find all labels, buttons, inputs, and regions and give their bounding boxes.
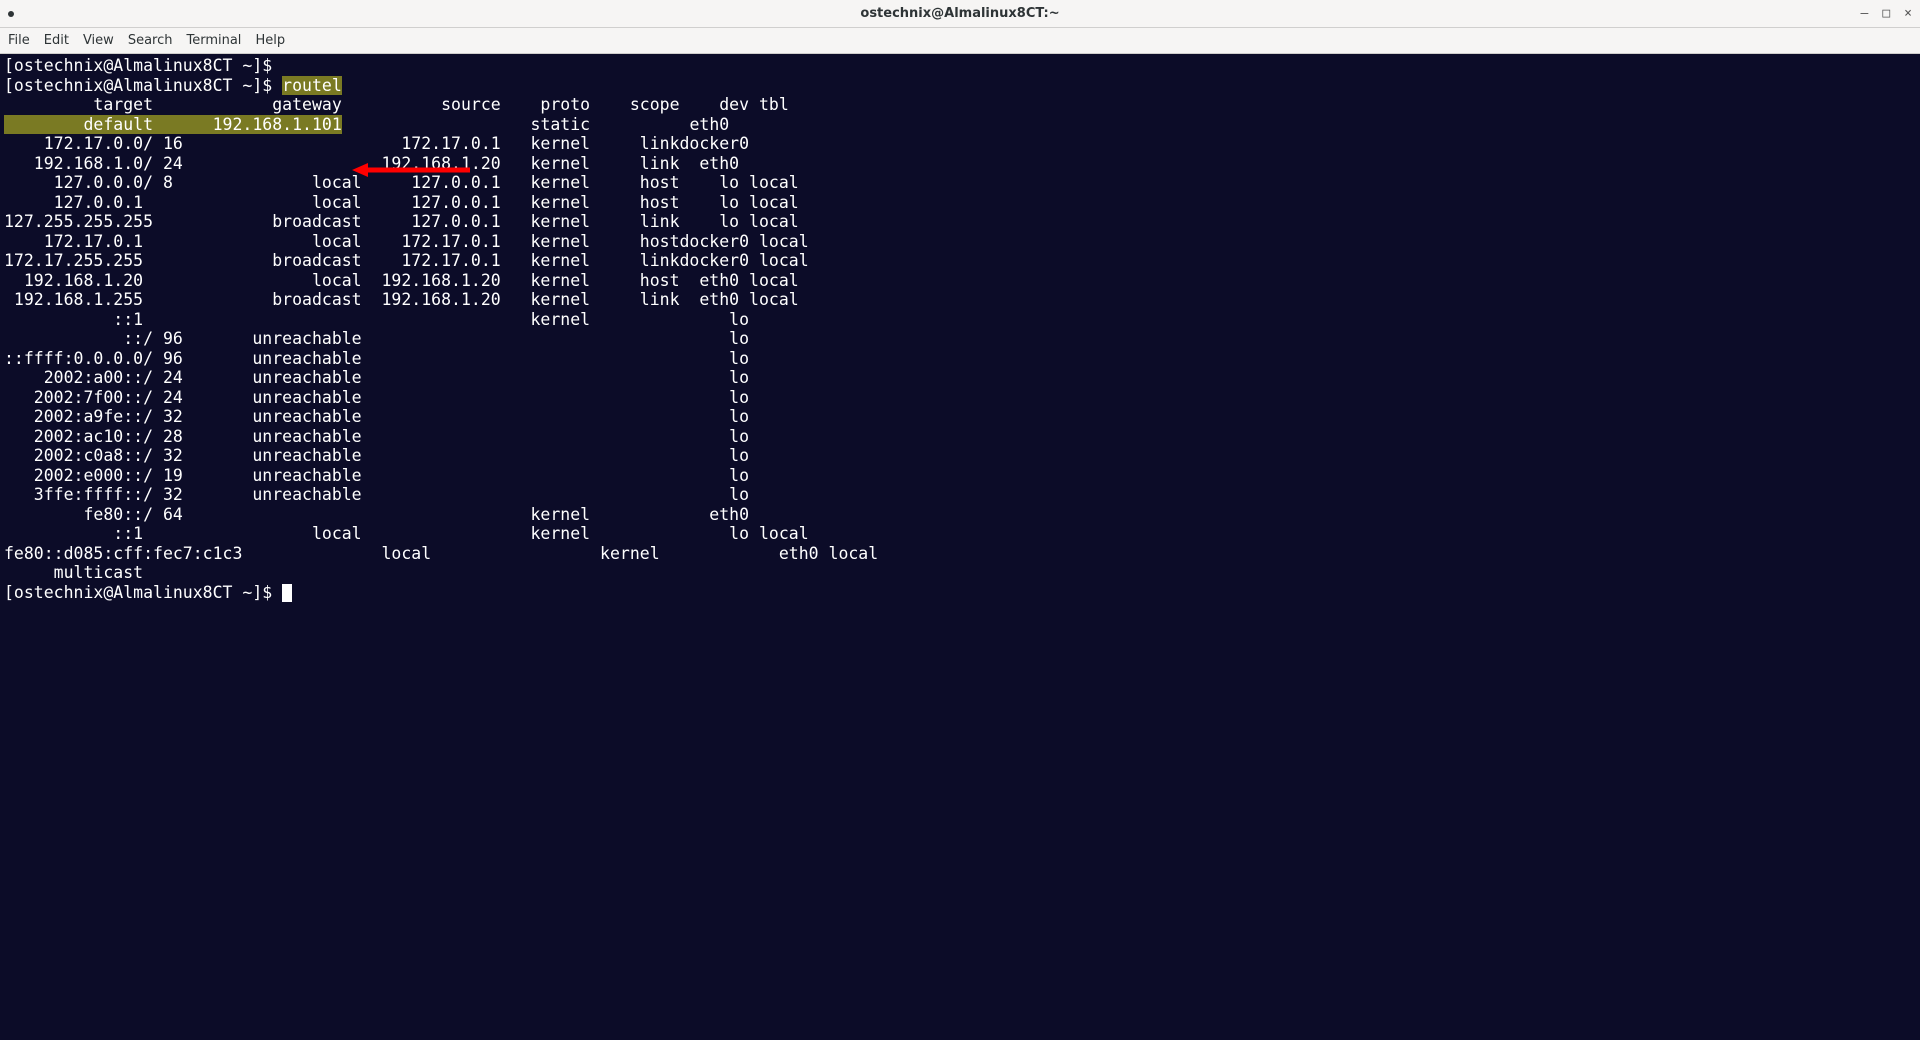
command-highlight: routel [282, 76, 342, 95]
route-row: 172.17.0.1 local 172.17.0.1 kernel hostd… [4, 232, 809, 251]
menu-edit[interactable]: Edit [44, 33, 69, 48]
route-row: 172.17.255.255 broadcast 172.17.0.1 kern… [4, 251, 809, 270]
route-row: 127.255.255.255 broadcast 127.0.0.1 kern… [4, 212, 799, 231]
route-row: 172.17.0.0/ 16 172.17.0.1 kernel linkdoc… [4, 134, 749, 153]
minimize-button[interactable]: – [1861, 6, 1869, 21]
menu-file[interactable]: File [8, 33, 30, 48]
route-row: 2002:7f00::/ 24 unreachable lo [4, 388, 749, 407]
route-row: ::1 kernel lo [4, 310, 749, 329]
default-rest: static eth0 [342, 115, 729, 134]
window-controls: – □ × [1861, 6, 1912, 21]
route-row: 2002:a00::/ 24 unreachable lo [4, 368, 749, 387]
prompt-line-cmd: [ostechnix@Almalinux8CT ~]$ routel [4, 76, 342, 95]
prompt-line-empty: [ostechnix@Almalinux8CT ~]$ [4, 56, 282, 75]
menu-terminal[interactable]: Terminal [186, 33, 241, 48]
menu-help[interactable]: Help [255, 33, 285, 48]
default-target: default [4, 115, 153, 134]
route-row: multicast [4, 563, 143, 582]
terminal-cursor [282, 584, 292, 602]
terminal-area[interactable]: [ostechnix@Almalinux8CT ~]$ [ostechnix@A… [0, 54, 1920, 1040]
window-titlebar: ostechnix@Almalinux8CT:~ – □ × [0, 0, 1920, 28]
menu-view[interactable]: View [83, 33, 114, 48]
route-row: 192.168.1.0/ 24 192.168.1.20 kernel link… [4, 154, 739, 173]
route-row: 3ffe:ffff::/ 32 unreachable lo [4, 485, 749, 504]
prompt-text-final: [ostechnix@Almalinux8CT ~]$ [4, 583, 282, 602]
close-button[interactable]: × [1904, 6, 1912, 21]
maximize-button[interactable]: □ [1882, 6, 1890, 21]
route-row: 192.168.1.20 local 192.168.1.20 kernel h… [4, 271, 799, 290]
menu-bar: File Edit View Search Terminal Help [0, 28, 1920, 54]
route-row: ::ffff:0.0.0.0/ 96 unreachable lo [4, 349, 749, 368]
route-row: 2002:ac10::/ 28 unreachable lo [4, 427, 749, 446]
app-indicator-icon [8, 11, 14, 17]
window-title: ostechnix@Almalinux8CT:~ [860, 6, 1059, 21]
titlebar-left [8, 11, 14, 17]
route-row: 2002:a9fe::/ 32 unreachable lo [4, 407, 749, 426]
prompt-text: [ostechnix@Almalinux8CT ~]$ [4, 76, 282, 95]
route-row: ::/ 96 unreachable lo [4, 329, 749, 348]
route-row: 192.168.1.255 broadcast 192.168.1.20 ker… [4, 290, 799, 309]
route-header: target gateway source proto scope dev tb… [4, 95, 789, 114]
route-default-row: default 192.168.1.101 static eth0 [4, 115, 729, 134]
route-row: fe80::/ 64 kernel eth0 [4, 505, 749, 524]
route-row: ::1 local kernel lo local [4, 524, 809, 543]
route-row: 127.0.0.1 local 127.0.0.1 kernel host lo… [4, 193, 799, 212]
default-gateway: 192.168.1.101 [153, 115, 342, 134]
prompt-line-final: [ostechnix@Almalinux8CT ~]$ [4, 583, 292, 602]
route-row: 2002:c0a8::/ 32 unreachable lo [4, 446, 749, 465]
route-row: 127.0.0.0/ 8 local 127.0.0.1 kernel host… [4, 173, 799, 192]
menu-search[interactable]: Search [128, 33, 173, 48]
route-row: fe80::d085:cff:fec7:c1c3 local kernel et… [4, 544, 878, 563]
route-row: 2002:e000::/ 19 unreachable lo [4, 466, 749, 485]
